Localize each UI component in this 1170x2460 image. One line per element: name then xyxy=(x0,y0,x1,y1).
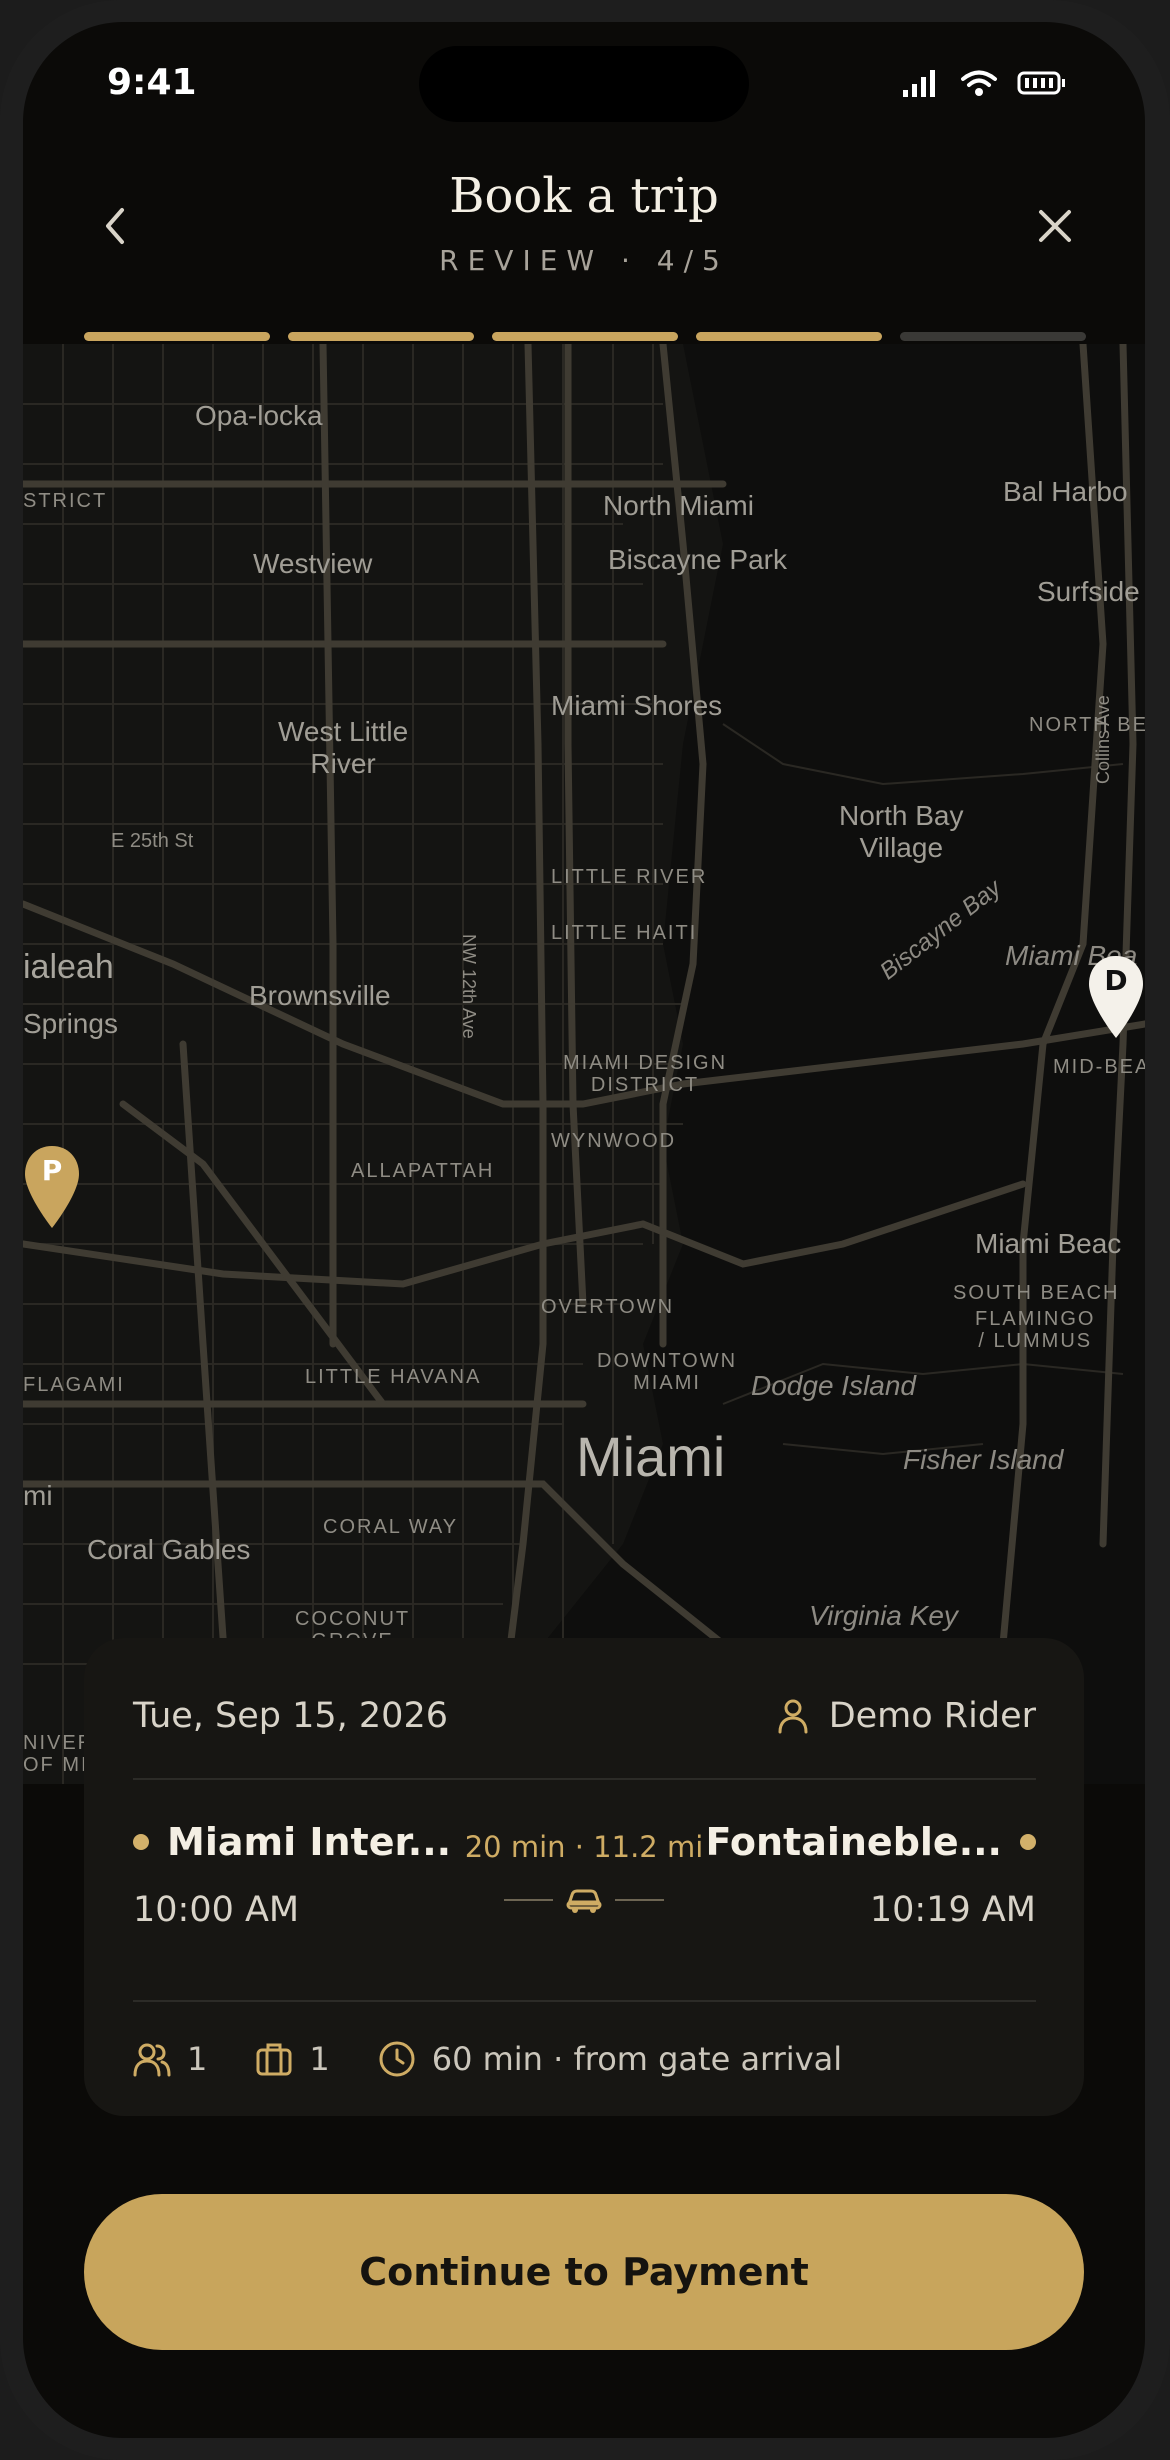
pickup-location: Miami Inter... xyxy=(133,1820,451,1864)
map-label-opa-locka: Opa-locka xyxy=(195,400,323,431)
status-icons xyxy=(901,68,1067,98)
dropoff-dot xyxy=(1020,1834,1036,1850)
person-icon xyxy=(778,1699,808,1734)
progress-segment xyxy=(288,332,474,341)
map-label-flagami: FLAGAMI xyxy=(23,1374,125,1396)
map-label-e25th: E 25th St xyxy=(111,830,194,852)
map-label-collins-ave: Collins Ave xyxy=(1093,695,1113,784)
map-label-westview: Westview xyxy=(253,548,373,579)
map-label-miami-shores: Miami Shores xyxy=(551,690,723,721)
map-label-mi: mi xyxy=(23,1480,53,1511)
trip-eta: 20 min · 11.2 mi xyxy=(464,1830,704,1864)
map-label-downtown-miami: DOWNTOWN MIAMI xyxy=(597,1350,738,1394)
map-label-coral-way: CORAL WAY xyxy=(323,1516,459,1538)
progress-segment xyxy=(492,332,678,341)
continue-to-payment-button[interactable]: Continue to Payment xyxy=(84,2194,1084,2350)
map-label-bal-harbour: Bal Harbo xyxy=(1003,476,1128,507)
wait-time-value: 60 min · from gate arrival xyxy=(431,2040,843,2078)
map-label-little-river: LITTLE RIVER xyxy=(551,866,708,888)
dropoff-pin-letter: D xyxy=(1104,964,1128,997)
map-label-north-miami: North Miami xyxy=(603,490,754,521)
passengers-icon xyxy=(133,2043,171,2077)
divider xyxy=(133,1778,1036,1780)
luggage-icon xyxy=(256,2043,292,2076)
device-frame: 9:41 Book a trip REVIEW · 4/5 Opa-locka … xyxy=(0,0,1170,2460)
route-map[interactable]: Opa-locka STRICT Westview North Miami Bi… xyxy=(23,344,1145,1784)
map-label-little-havana: LITTLE HAVANA xyxy=(305,1366,482,1388)
battery-icon xyxy=(1017,71,1065,95)
page-title: Book a trip xyxy=(449,168,719,224)
status-time: 9:41 xyxy=(107,62,197,103)
rider-name: Demo Rider xyxy=(828,1696,1036,1736)
trip-summary-card: Tue, Sep 15, 2026 Demo Rider Miami Inter… xyxy=(84,1638,1084,2116)
progress-segment xyxy=(696,332,882,341)
map-label-west-little-river: West Little River xyxy=(278,716,409,779)
dropoff-time: 10:19 AM xyxy=(869,1890,1036,1930)
pickup-dot xyxy=(133,1834,149,1850)
step-subtitle: REVIEW · 4/5 xyxy=(439,244,729,277)
dropoff-location: Fontaineble... xyxy=(705,1820,1036,1864)
dropoff-name: Fontaineble... xyxy=(705,1820,1002,1864)
trip-meta: 1 1 60 min · from gate arrival xyxy=(133,2040,890,2078)
map-label-miami: Miami xyxy=(576,1425,726,1488)
map-label-north-beach: NORTH BE xyxy=(1029,714,1145,736)
map-label-south-beach: SOUTH BEACH xyxy=(953,1282,1120,1304)
map-label-north-bay-village: North Bay Village xyxy=(839,800,964,863)
progress-segment xyxy=(84,332,270,341)
close-button[interactable] xyxy=(1025,196,1085,256)
map-label-flamingo: FLAMINGO / LUMMUS xyxy=(975,1308,1096,1352)
map-label-district: STRICT xyxy=(23,490,108,512)
passenger-count: 1 xyxy=(133,2040,207,2078)
divider xyxy=(133,2000,1036,2002)
map-label-biscayne-park: Biscayne Park xyxy=(608,544,787,575)
passenger-count-value: 1 xyxy=(187,2040,208,2078)
map-label-overtown: OVERTOWN xyxy=(541,1296,675,1318)
map-label-allapattah: ALLAPATTAH xyxy=(351,1160,495,1182)
pickup-name: Miami Inter... xyxy=(167,1820,452,1864)
pickup-pin-letter: P xyxy=(41,1154,63,1187)
map-label-springs: Springs xyxy=(23,1008,118,1039)
connector-line xyxy=(504,1899,553,1901)
bag-count-value: 1 xyxy=(309,2040,330,2078)
map-label-surfside: Surfside xyxy=(1037,576,1140,607)
map-label-virginia-key: Virginia Key xyxy=(809,1600,958,1631)
car-icon xyxy=(566,1889,602,1913)
map-label-dodge-island: Dodge Island xyxy=(751,1370,917,1401)
pickup-time: 10:00 AM xyxy=(133,1890,300,1930)
route-connector xyxy=(504,1886,664,1914)
signal-icon xyxy=(903,70,935,97)
app-screen: 9:41 Book a trip REVIEW · 4/5 Opa-locka … xyxy=(23,22,1145,2438)
clock-icon xyxy=(379,2041,415,2077)
map-label-hialeah: ialeah xyxy=(23,948,114,986)
map-label-brownsville: Brownsville xyxy=(249,980,391,1011)
map-label-fisher-island: Fisher Island xyxy=(903,1444,1064,1475)
step-progress xyxy=(84,332,1086,341)
close-icon xyxy=(1039,210,1071,242)
map-label-coral-gables: Coral Gables xyxy=(87,1534,251,1565)
trip-date: Tue, Sep 15, 2026 xyxy=(133,1696,448,1736)
map-label-wynwood: WYNWOOD xyxy=(551,1130,677,1152)
dynamic-island xyxy=(419,46,749,122)
map-label-mid-beach: MID-BEA xyxy=(1053,1056,1145,1078)
map-label-nw-12th-ave: NW 12th Ave xyxy=(459,934,479,1039)
progress-segment xyxy=(900,332,1086,341)
wait-time: 60 min · from gate arrival xyxy=(378,2040,842,2078)
map-label-miami-beach: Miami Beac xyxy=(975,1228,1122,1259)
bag-count: 1 xyxy=(255,2040,330,2078)
map-label-miami-design-district: MIAMI DESIGN DISTRICT xyxy=(563,1052,728,1096)
rider: Demo Rider xyxy=(777,1696,1036,1736)
map-label-little-haiti: LITTLE HAITI xyxy=(551,922,698,944)
wifi-icon xyxy=(961,70,997,96)
connector-line xyxy=(615,1899,664,1901)
